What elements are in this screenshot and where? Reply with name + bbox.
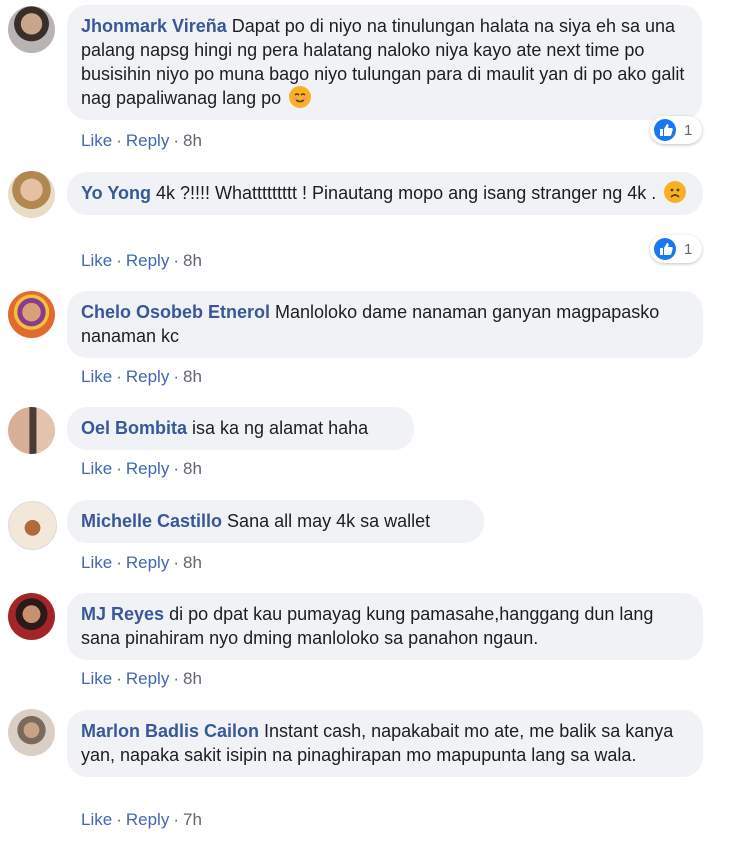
comment-text: 4k ?!!!! Whattttttttt ! Pinautang mopo a… <box>156 183 657 203</box>
like-link[interactable]: Like <box>81 459 112 478</box>
reply-link[interactable]: Reply <box>126 459 169 478</box>
commenter-name[interactable]: Marlon Badlis Cailon <box>81 721 259 741</box>
comment-timestamp[interactable]: 8h <box>183 553 202 572</box>
like-link[interactable]: Like <box>81 367 112 386</box>
comment-bubble: MJ Reyes di po dpat kau pumayag kung pama… <box>67 593 703 660</box>
reaction-count-badge[interactable]: 1 <box>650 235 702 263</box>
avatar[interactable] <box>8 171 55 218</box>
reply-link[interactable]: Reply <box>126 810 169 829</box>
avatar[interactable] <box>8 291 55 338</box>
comment-actions: Like · Reply · 8h <box>81 367 202 386</box>
comment-text: Sana all may 4k sa wallet <box>227 511 431 531</box>
commenter-name[interactable]: Oel Bombita <box>81 418 187 438</box>
comment-bubble: Chelo Osobeb Etnerol Manloloko dame nanam… <box>67 291 703 358</box>
comment-bubble: Michelle Castillo Sana all may 4k sa wall… <box>67 500 484 543</box>
comment-actions: Like · Reply · 8h <box>81 459 202 478</box>
avatar[interactable] <box>8 407 55 454</box>
comment-bubble: Jhonmark Vireña Dapat po di niyo na tinul… <box>67 5 702 120</box>
comment-text: di po dpat kau pumayag kung pamasahe,han… <box>81 604 654 648</box>
reply-link[interactable]: Reply <box>126 251 169 270</box>
like-link[interactable]: Like <box>81 131 112 150</box>
comment-actions: Like · Reply · 8h <box>81 251 202 270</box>
commenter-name[interactable]: MJ Reyes <box>81 604 164 624</box>
comment-timestamp[interactable]: 8h <box>183 367 202 386</box>
smiling-face-icon <box>289 86 312 108</box>
reaction-count: 1 <box>684 121 693 139</box>
like-link[interactable]: Like <box>81 669 112 688</box>
comment-actions: Like · Reply · 7h <box>81 810 202 829</box>
comment-bubble: Oel Bombita isa ka ng alamat haha <box>67 407 414 450</box>
reaction-count-badge[interactable]: 1 <box>650 116 702 144</box>
reply-link[interactable]: Reply <box>126 131 169 150</box>
avatar[interactable] <box>8 501 57 550</box>
comment-timestamp[interactable]: 7h <box>183 810 202 829</box>
like-link[interactable]: Like <box>81 810 112 829</box>
thumbs-up-icon <box>654 238 676 260</box>
comment-bubble: Yo Yong 4k ?!!!! Whattttttttt ! Pinautang… <box>67 172 703 215</box>
comment-timestamp[interactable]: 8h <box>183 251 202 270</box>
avatar[interactable] <box>8 709 55 756</box>
comment-actions: Like · Reply · 8h <box>81 131 202 150</box>
comment-timestamp[interactable]: 8h <box>183 131 202 150</box>
commenter-name[interactable]: Yo Yong <box>81 183 151 203</box>
comment-actions: Like · Reply · 8h <box>81 669 202 688</box>
like-link[interactable]: Like <box>81 553 112 572</box>
avatar[interactable] <box>8 6 55 53</box>
comment-timestamp[interactable]: 8h <box>183 459 202 478</box>
avatar[interactable] <box>8 593 55 640</box>
commenter-name[interactable]: Chelo Osobeb Etnerol <box>81 302 270 322</box>
sad-face-icon <box>664 181 687 203</box>
commenter-name[interactable]: Jhonmark Vireña <box>81 16 227 36</box>
reply-link[interactable]: Reply <box>126 669 169 688</box>
comment-actions: Like · Reply · 8h <box>81 553 202 572</box>
comment-text: isa ka ng alamat haha <box>192 418 369 438</box>
commenter-name[interactable]: Michelle Castillo <box>81 511 222 531</box>
reaction-count: 1 <box>684 240 693 258</box>
reply-link[interactable]: Reply <box>126 367 169 386</box>
comment-timestamp[interactable]: 8h <box>183 669 202 688</box>
thumbs-up-icon <box>654 119 676 141</box>
like-link[interactable]: Like <box>81 251 112 270</box>
comment-bubble: Marlon Badlis Cailon Instant cash, napaka… <box>67 710 703 777</box>
reply-link[interactable]: Reply <box>126 553 169 572</box>
